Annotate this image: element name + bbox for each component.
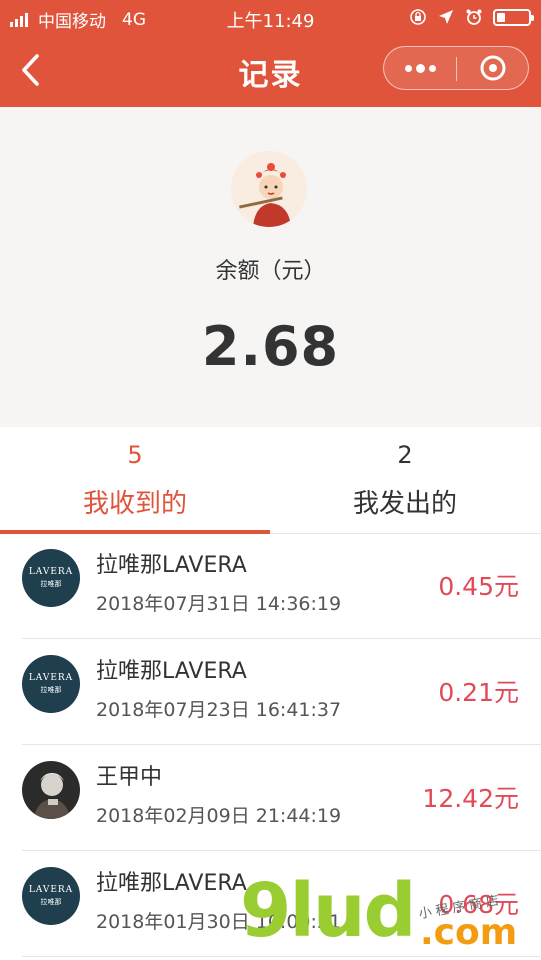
record-amount: 0.21元 [438,678,519,707]
balance-value: 2.68 [201,315,340,378]
lavera-logo-subtext: 拉唯那 [40,686,62,694]
balance-label: 余额（元） [215,259,326,284]
person-photo-avatar [22,761,80,819]
nav-bar: 记录 [0,36,541,107]
tab-received-count: 5 [127,441,143,469]
lavera-logo-avatar: LAVERA 拉唯那 [22,549,80,607]
lavera-logo-subtext: 拉唯那 [40,580,62,588]
more-dot-icon [415,63,425,73]
lavera-logo-text: LAVERA [28,567,74,577]
sender-name: 拉唯那LAVERA [96,659,247,684]
list-item[interactable]: LAVERA 拉唯那 拉唯那LAVERA 2018年07月31日 14:36:1… [22,533,541,639]
lavera-logo-text: LAVERA [28,885,74,895]
tab-sent-label: 我发出的 [352,489,457,519]
record-amount: 0.45元 [438,572,519,601]
list-item[interactable]: LAVERA 拉唯那 拉唯那LAVERA 2018年01月30日 10:00:5… [22,851,541,957]
target-close-icon [480,55,506,81]
battery-icon [493,8,534,26]
lavera-logo-avatar: LAVERA 拉唯那 [22,867,80,925]
close-mini-program-button[interactable] [457,47,529,89]
more-dot-icon [404,64,412,72]
record-datetime: 2018年07月23日 16:41:37 [96,699,342,721]
record-amount: 12.42元 [422,784,519,813]
top-bar: 中国移动 4G 上午11:49 记录 [0,0,541,107]
record-datetime: 2018年07月31日 14:36:19 [96,593,342,615]
tab-sent[interactable]: 2 我发出的 [270,427,540,533]
record-datetime: 2018年02月09日 21:44:19 [96,805,342,827]
location-icon [439,10,453,24]
list-item[interactable]: LAVERA 拉唯那 拉唯那LAVERA 2018年07月23日 16:41:3… [22,639,541,745]
sender-name: 拉唯那LAVERA [96,871,247,896]
record-datetime: 2018年01月30日 10:00:51 [96,911,342,933]
more-dot-icon [428,64,436,72]
lavera-logo-avatar: LAVERA 拉唯那 [22,655,80,713]
rotation-lock-icon [410,9,426,25]
alarm-icon [466,9,482,25]
opera-character-avatar-icon [231,151,307,227]
tab-sent-count: 2 [397,441,413,469]
record-amount: 0.68元 [438,890,519,919]
user-avatar [231,151,307,227]
page: 中国移动 4G 上午11:49 记录 余额（元） 2.68 5 我收到的 2 我… [0,0,541,960]
more-button[interactable] [384,47,456,89]
status-bar: 中国移动 4G 上午11:49 [0,0,541,36]
lavera-logo-subtext: 拉唯那 [40,898,62,906]
sender-name: 王甲中 [96,765,163,790]
tab-received-label: 我收到的 [82,489,187,519]
mini-program-capsule [383,46,529,90]
tab-received[interactable]: 5 我收到的 [0,427,270,534]
balance-summary: 余额（元） 2.68 [0,107,541,427]
records-list: LAVERA 拉唯那 拉唯那LAVERA 2018年07月31日 14:36:1… [0,533,541,960]
lavera-logo-text: LAVERA [28,673,74,683]
list-item[interactable]: 王甲中 2018年02月09日 21:44:19 12.42元 [22,745,541,851]
record-tabs: 5 我收到的 2 我发出的 [0,427,541,534]
status-right [409,8,534,26]
person-photo-icon [22,761,80,819]
sender-name: 拉唯那LAVERA [96,553,247,578]
